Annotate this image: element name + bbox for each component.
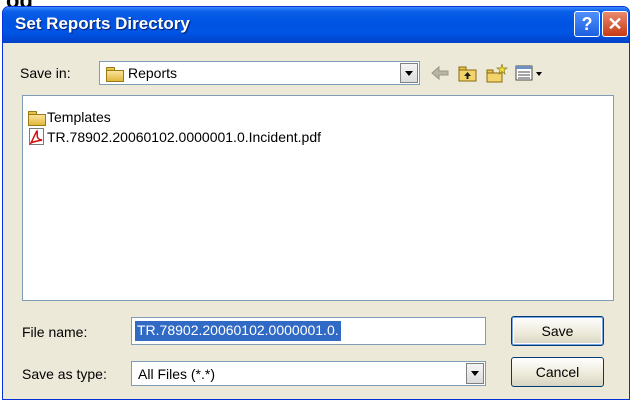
back-button[interactable] — [427, 62, 453, 84]
save-as-type-label: Save as type: — [22, 366, 107, 382]
list-item[interactable]: Templates — [28, 108, 111, 126]
help-icon: ? — [581, 13, 593, 34]
file-list[interactable]: Templates TR.78902.20060102.0000001.0.In… — [22, 95, 614, 301]
title-bar[interactable]: Set Reports Directory ? ✕ — [3, 7, 629, 43]
file-name-input[interactable]: TR.78902.20060102.0000001.0. — [131, 317, 486, 345]
save-as-type-dropdown[interactable]: All Files (*.*) — [131, 361, 486, 386]
save-in-label: Save in: — [20, 65, 71, 81]
file-name-label: File name: — [22, 324, 88, 340]
up-folder-icon — [458, 66, 477, 82]
save-in-value: Reports — [128, 65, 178, 81]
save-in-dropdown[interactable]: Reports — [99, 61, 420, 85]
folder-icon — [28, 110, 46, 126]
chevron-down-icon — [405, 70, 413, 76]
close-icon: ✕ — [607, 13, 623, 34]
save-in-dropdown-button[interactable] — [400, 63, 418, 83]
back-arrow-icon — [431, 65, 449, 81]
up-one-level-button[interactable] — [455, 62, 481, 84]
create-new-folder-button[interactable] — [484, 62, 510, 84]
folder-icon — [106, 67, 124, 82]
list-item-label: Templates — [47, 109, 111, 125]
save-button[interactable]: Save — [511, 316, 604, 346]
list-item-label: TR.78902.20060102.0000001.0.Incident.pdf — [47, 129, 322, 145]
new-folder-icon — [486, 63, 509, 83]
window-title: Set Reports Directory — [15, 14, 190, 33]
view-menu-button[interactable] — [513, 62, 547, 84]
list-item[interactable]: TR.78902.20060102.0000001.0.Incident.pdf — [28, 128, 321, 146]
close-button[interactable]: ✕ — [602, 11, 628, 37]
file-name-value: TR.78902.20060102.0000001.0. — [135, 321, 341, 341]
view-menu-icon — [515, 65, 542, 81]
help-button[interactable]: ? — [574, 11, 600, 37]
cancel-button[interactable]: Cancel — [511, 357, 604, 387]
save-as-type-dropdown-button[interactable] — [466, 363, 484, 384]
chevron-down-icon — [471, 371, 479, 376]
save-as-type-value: All Files (*.*) — [138, 366, 216, 382]
pdf-file-icon — [28, 128, 45, 146]
save-dialog: Set Reports Directory ? ✕ Save in: Repor… — [2, 6, 630, 400]
